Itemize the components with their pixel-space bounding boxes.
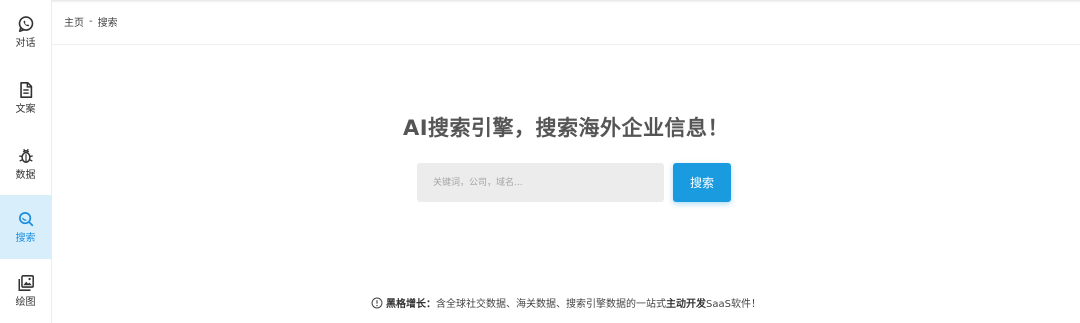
sidebar-item-label: 搜索 [15,232,36,244]
main-content: 主页 - 搜索 AI搜索引擎，搜索海外企业信息！ 搜索 黑格增长： 含全球社交数… [52,0,1080,323]
chat-bubble-icon [18,15,33,32]
bug-icon [18,148,33,163]
sidebar-item-label: 绘图 [15,296,36,308]
breadcrumb: 主页 - 搜索 [64,14,118,29]
app-window: 对话 文案 数据 搜索 绘图 主页 - 搜索 AI搜索引擎，搜索海外企业信息！ … [0,0,1080,323]
sidebar-item-chat[interactable]: 对话 [0,0,51,64]
footer-text-end: SaaS软件！ [706,299,761,310]
page-headline: AI搜索引擎，搜索海外企业信息！ [402,116,730,140]
sidebar-item-label: 数据 [15,169,36,181]
breadcrumb-separator: - [89,16,93,27]
sidebar-item-drawing[interactable]: 绘图 [0,259,51,323]
sidebar-item-label: 对话 [15,37,36,49]
sidebar-item-copywriting[interactable]: 文案 [0,66,51,130]
breadcrumb-current: 搜索 [97,18,118,29]
sidebar-item-search[interactable]: 搜索 [0,195,51,259]
footer-note: 黑格增长： 含全球社交数据、海关数据、搜索引擎数据的一站式 主动开发 SaaS软… [52,295,1080,310]
document-icon [19,81,32,98]
sidebar: 对话 文案 数据 搜索 绘图 [0,0,52,323]
sidebar-item-label: 文案 [15,103,36,115]
info-icon [371,297,383,308]
image-gallery-icon [17,274,34,291]
footer-text: 含全球社交数据、海关数据、搜索引擎数据的一站式 [436,299,667,310]
breadcrumb-home-link[interactable]: 主页 [64,14,84,29]
search-icon [18,211,33,226]
sidebar-item-data[interactable]: 数据 [0,132,51,196]
search-input[interactable] [417,163,664,202]
search-button[interactable]: 搜索 [673,163,731,202]
footer-brand: 黑格增长： [386,299,437,310]
header-divider [52,44,1080,45]
footer-highlight: 主动开发 [666,299,707,310]
